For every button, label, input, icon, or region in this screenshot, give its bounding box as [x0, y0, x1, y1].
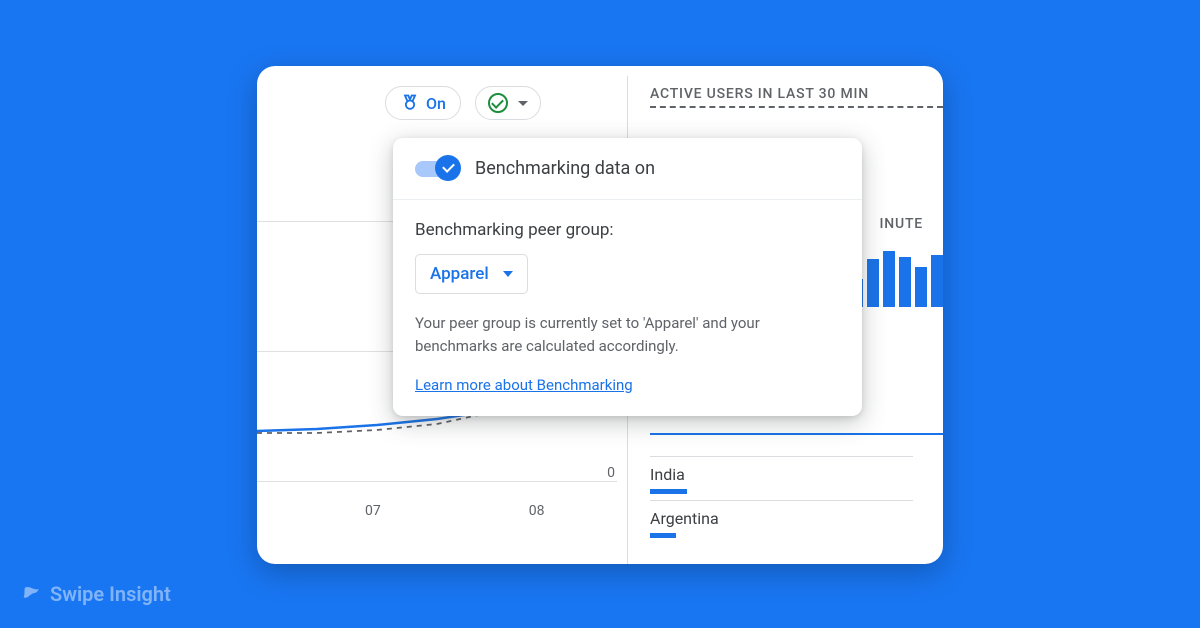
chevron-down-icon [503, 271, 513, 277]
check-circle-icon [488, 93, 508, 113]
benchmark-toggle[interactable] [415, 161, 457, 177]
country-bar [650, 533, 676, 538]
bar [915, 267, 927, 307]
bar [883, 251, 895, 307]
dropdown-value: Apparel [430, 264, 489, 284]
country-row[interactable]: Argentina [650, 500, 913, 544]
bar [899, 257, 911, 307]
x-tick: 08 [529, 503, 545, 519]
y-axis-zero: 0 [607, 465, 615, 481]
active-users-header: ACTIVE USERS IN LAST 30 MIN [650, 86, 943, 108]
country-bar [650, 489, 687, 494]
status-dropdown[interactable] [475, 86, 541, 120]
popover-title: Benchmarking data on [475, 158, 655, 179]
x-tick: 07 [365, 503, 381, 519]
benchmarking-popover: Benchmarking data on Benchmarking peer g… [393, 138, 862, 416]
peer-group-label: Benchmarking peer group: [415, 220, 840, 240]
x-axis: 07 08 [365, 503, 545, 519]
country-row[interactable]: India [650, 456, 913, 500]
popover-body: Benchmarking peer group: Apparel Your pe… [393, 200, 862, 416]
toggle-thumb-check-icon [435, 155, 461, 181]
learn-more-link[interactable]: Learn more about Benchmarking [415, 376, 633, 394]
country-name: India [650, 465, 913, 484]
peer-group-dropdown[interactable]: Apparel [415, 254, 528, 294]
medal-icon [400, 93, 420, 113]
watermark-text: Swipe Insight [50, 582, 171, 606]
country-list: India Argentina [650, 456, 913, 544]
on-label: On [426, 94, 446, 113]
swipe-icon [22, 584, 42, 604]
toolbar: On [385, 86, 541, 120]
watermark: Swipe Insight [22, 582, 171, 606]
popover-description: Your peer group is currently set to 'App… [415, 312, 840, 357]
country-name: Argentina [650, 509, 913, 528]
per-minute-label: INUTE [880, 216, 924, 232]
chevron-down-icon [518, 101, 528, 106]
bar [931, 255, 943, 307]
blue-divider [650, 433, 943, 435]
analytics-card: On ACTIVE USERS IN LAST 30 MIN INUTE 0 0… [257, 66, 943, 564]
popover-header: Benchmarking data on [393, 138, 862, 200]
benchmark-on-pill[interactable]: On [385, 86, 461, 120]
bar [867, 259, 879, 307]
